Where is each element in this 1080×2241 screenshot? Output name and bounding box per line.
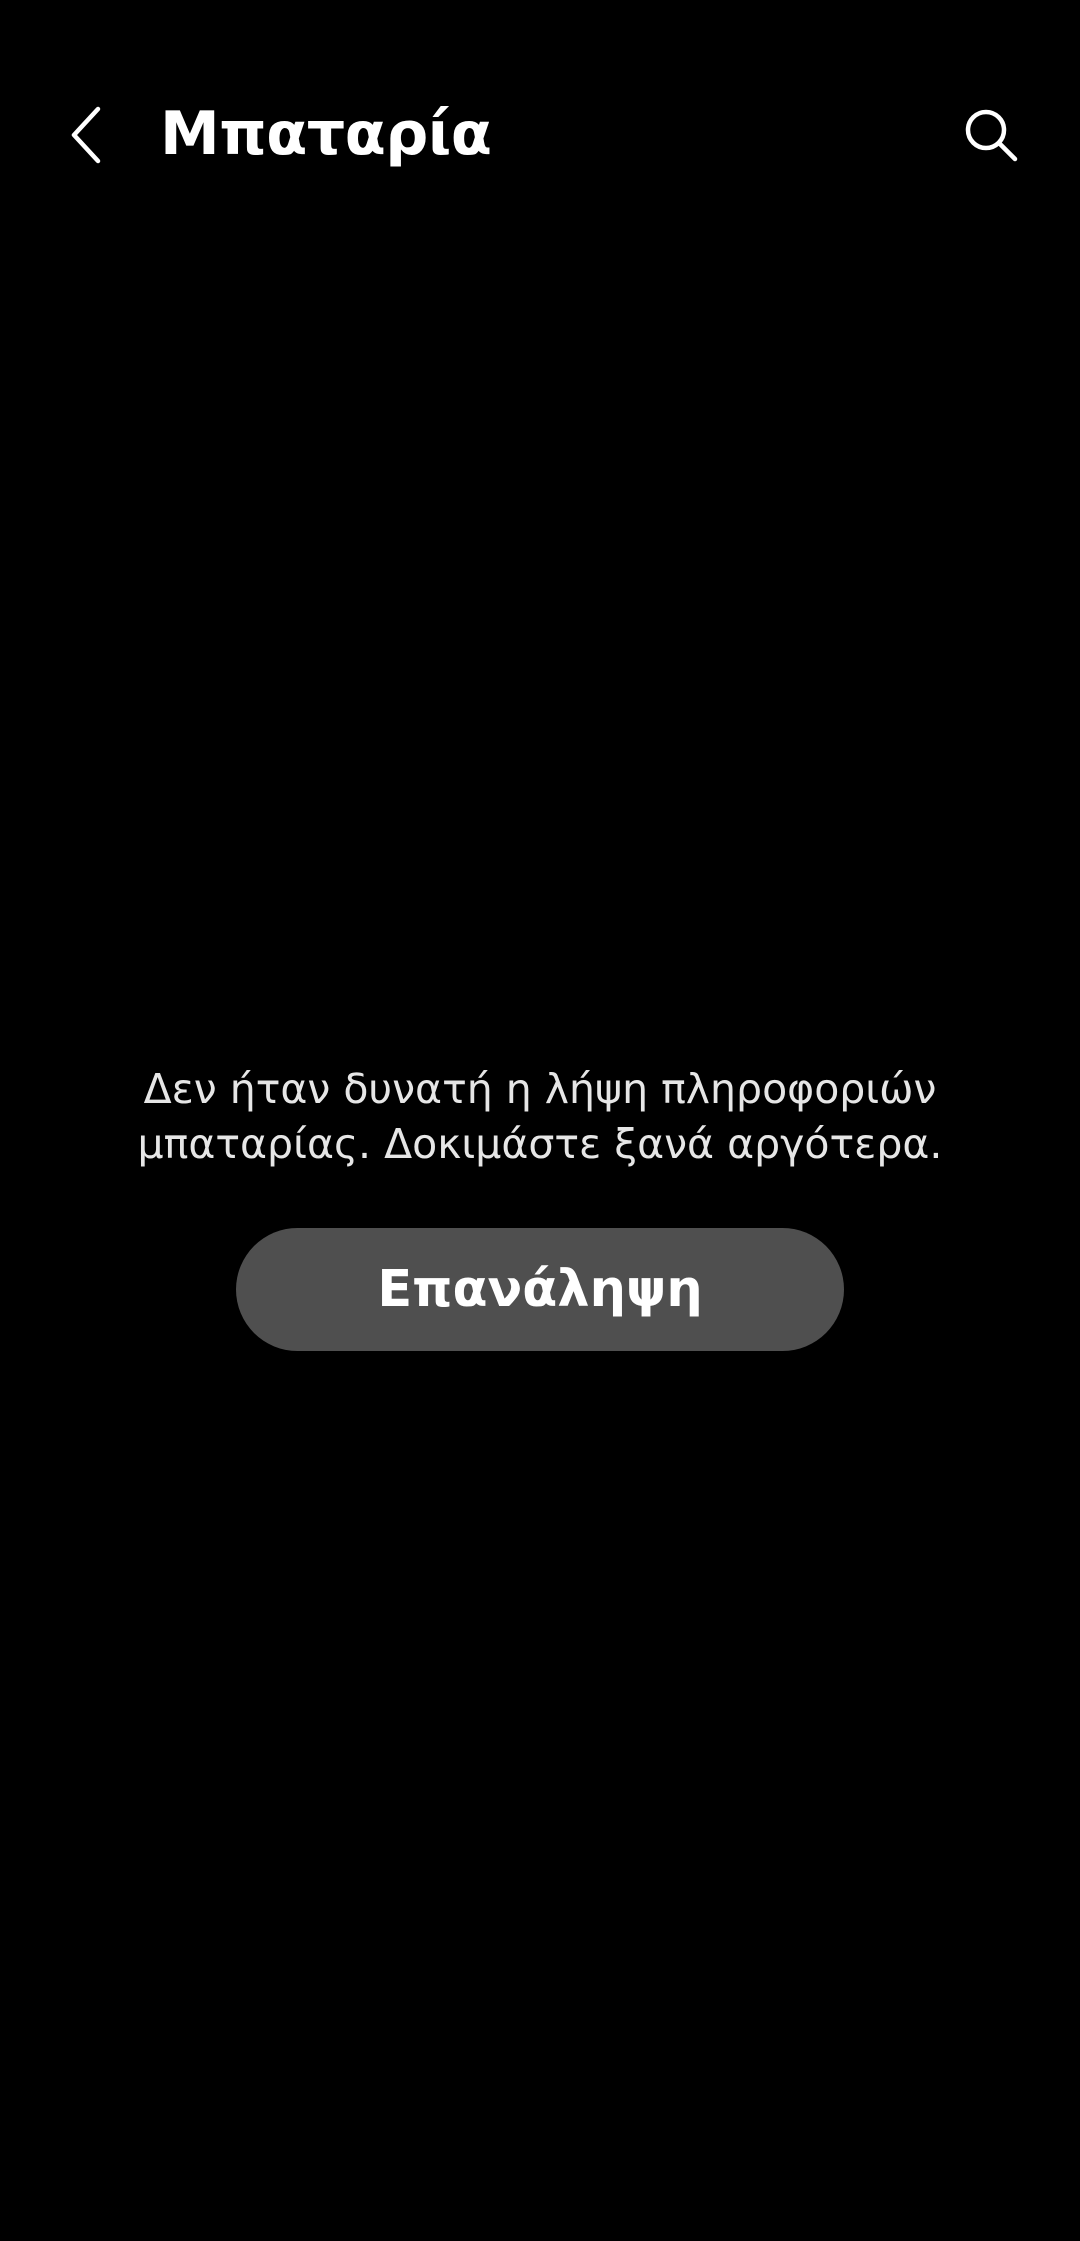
search-icon — [965, 109, 1018, 162]
retry-button[interactable]: Επανάληψη — [236, 1228, 844, 1351]
error-message: Δεν ήταν δυνατή η λήψη πληροφοριών μπατα… — [90, 1062, 990, 1172]
chevron-left-icon — [71, 106, 101, 164]
error-message-line-2: μπαταρίας. Δοκιμάστε ξανά αργότερα. — [137, 1120, 943, 1168]
search-button[interactable] — [946, 90, 1036, 180]
error-message-line-1: Δεν ήταν δυνατή η λήψη πληροφοριών — [143, 1065, 937, 1113]
page-title: Μπαταρία — [160, 99, 492, 169]
back-button[interactable] — [48, 90, 128, 180]
app-bar: Μπαταρία — [0, 60, 1080, 210]
